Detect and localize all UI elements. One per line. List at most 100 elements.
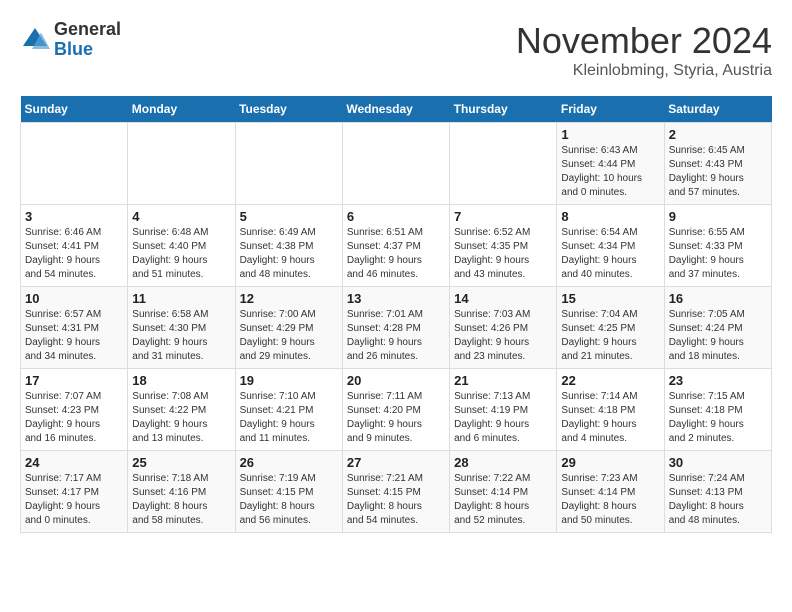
calendar-cell: 24 Sunrise: 7:17 AM Sunset: 4:17 PM Dayli… <box>21 451 128 533</box>
calendar-table: SundayMondayTuesdayWednesdayThursdayFrid… <box>20 96 772 533</box>
logo-icon <box>20 25 50 55</box>
day-info: Sunrise: 7:17 AM Sunset: 4:17 PM Dayligh… <box>25 472 123 528</box>
day-info: Sunrise: 7:10 AM Sunset: 4:21 PM Dayligh… <box>240 390 338 446</box>
calendar-cell: 9Sunrise: 6:55 AM Sunset: 4:33 PM Daylig… <box>664 205 771 287</box>
logo: General Blue <box>20 20 121 60</box>
day-info: Sunrise: 6:48 AM Sunset: 4:40 PM Dayligh… <box>132 226 230 282</box>
day-number: 9 <box>669 209 767 224</box>
logo-text: General Blue <box>54 20 121 60</box>
day-info: Sunrise: 7:24 AM Sunset: 4:13 PM Dayligh… <box>669 472 767 528</box>
day-number: 15 <box>561 291 659 306</box>
calendar-cell: 4 Sunrise: 6:48 AM Sunset: 4:40 PM Daylig… <box>128 205 235 287</box>
day-info: Sunrise: 6:52 AM Sunset: 4:35 PM Dayligh… <box>454 226 552 282</box>
day-number: 13 <box>347 291 445 306</box>
day-info: Sunrise: 7:14 AM Sunset: 4:18 PM Dayligh… <box>561 390 659 446</box>
day-info: Sunrise: 6:49 AM Sunset: 4:38 PM Dayligh… <box>240 226 338 282</box>
day-info: Sunrise: 6:57 AM Sunset: 4:31 PM Dayligh… <box>25 308 123 364</box>
calendar-cell: 3 Sunrise: 6:46 AM Sunset: 4:41 PM Daylig… <box>21 205 128 287</box>
weekday-header: Monday <box>128 96 235 123</box>
calendar-cell: 15 Sunrise: 7:04 AM Sunset: 4:25 PM Dayli… <box>557 287 664 369</box>
day-info: Sunrise: 6:43 AM Sunset: 4:44 PM Dayligh… <box>561 144 659 200</box>
day-number: 28 <box>454 455 552 470</box>
day-number: 4 <box>132 209 230 224</box>
calendar-week-row: 10 Sunrise: 6:57 AM Sunset: 4:31 PM Dayli… <box>21 287 772 369</box>
calendar-cell: 22 Sunrise: 7:14 AM Sunset: 4:18 PM Dayli… <box>557 369 664 451</box>
page-header: General Blue November 2024 Kleinlobming,… <box>20 20 772 80</box>
day-info: Sunrise: 7:13 AM Sunset: 4:19 PM Dayligh… <box>454 390 552 446</box>
day-info: Sunrise: 7:07 AM Sunset: 4:23 PM Dayligh… <box>25 390 123 446</box>
day-number: 24 <box>25 455 123 470</box>
day-info: Sunrise: 7:23 AM Sunset: 4:14 PM Dayligh… <box>561 472 659 528</box>
day-number: 29 <box>561 455 659 470</box>
day-number: 8 <box>561 209 659 224</box>
logo-blue: Blue <box>54 39 93 59</box>
day-info: Sunrise: 7:05 AM Sunset: 4:24 PM Dayligh… <box>669 308 767 364</box>
calendar-week-row: 17Sunrise: 7:07 AM Sunset: 4:23 PM Dayli… <box>21 369 772 451</box>
day-info: Sunrise: 7:15 AM Sunset: 4:18 PM Dayligh… <box>669 390 767 446</box>
calendar-cell: 13 Sunrise: 7:01 AM Sunset: 4:28 PM Dayli… <box>342 287 449 369</box>
day-number: 21 <box>454 373 552 388</box>
day-number: 18 <box>132 373 230 388</box>
weekday-header: Friday <box>557 96 664 123</box>
weekday-header: Thursday <box>450 96 557 123</box>
weekday-header: Wednesday <box>342 96 449 123</box>
calendar-cell <box>235 123 342 205</box>
day-info: Sunrise: 7:19 AM Sunset: 4:15 PM Dayligh… <box>240 472 338 528</box>
day-number: 12 <box>240 291 338 306</box>
day-number: 27 <box>347 455 445 470</box>
day-info: Sunrise: 7:01 AM Sunset: 4:28 PM Dayligh… <box>347 308 445 364</box>
calendar-cell: 6 Sunrise: 6:51 AM Sunset: 4:37 PM Daylig… <box>342 205 449 287</box>
calendar-week-row: 24 Sunrise: 7:17 AM Sunset: 4:17 PM Dayli… <box>21 451 772 533</box>
month-title: November 2024 <box>516 20 772 62</box>
calendar-cell: 16 Sunrise: 7:05 AM Sunset: 4:24 PM Dayli… <box>664 287 771 369</box>
calendar-week-row: 1 Sunrise: 6:43 AM Sunset: 4:44 PM Daylig… <box>21 123 772 205</box>
day-number: 22 <box>561 373 659 388</box>
calendar-cell: 8 Sunrise: 6:54 AM Sunset: 4:34 PM Daylig… <box>557 205 664 287</box>
day-number: 23 <box>669 373 767 388</box>
calendar-cell: 5Sunrise: 6:49 AM Sunset: 4:38 PM Daylig… <box>235 205 342 287</box>
calendar-header-row: SundayMondayTuesdayWednesdayThursdayFrid… <box>21 96 772 123</box>
calendar-cell: 28 Sunrise: 7:22 AM Sunset: 4:14 PM Dayli… <box>450 451 557 533</box>
calendar-cell: 14Sunrise: 7:03 AM Sunset: 4:26 PM Dayli… <box>450 287 557 369</box>
day-number: 1 <box>561 127 659 142</box>
weekday-header: Sunday <box>21 96 128 123</box>
day-info: Sunrise: 7:03 AM Sunset: 4:26 PM Dayligh… <box>454 308 552 364</box>
calendar-cell: 23 Sunrise: 7:15 AM Sunset: 4:18 PM Dayli… <box>664 369 771 451</box>
day-info: Sunrise: 7:22 AM Sunset: 4:14 PM Dayligh… <box>454 472 552 528</box>
weekday-header: Saturday <box>664 96 771 123</box>
location-subtitle: Kleinlobming, Styria, Austria <box>516 62 772 80</box>
calendar-cell: 1 Sunrise: 6:43 AM Sunset: 4:44 PM Daylig… <box>557 123 664 205</box>
calendar-cell: 7Sunrise: 6:52 AM Sunset: 4:35 PM Daylig… <box>450 205 557 287</box>
title-block: November 2024 Kleinlobming, Styria, Aust… <box>516 20 772 80</box>
day-number: 3 <box>25 209 123 224</box>
day-info: Sunrise: 7:04 AM Sunset: 4:25 PM Dayligh… <box>561 308 659 364</box>
day-number: 19 <box>240 373 338 388</box>
day-number: 25 <box>132 455 230 470</box>
day-info: Sunrise: 6:54 AM Sunset: 4:34 PM Dayligh… <box>561 226 659 282</box>
calendar-cell: 30Sunrise: 7:24 AM Sunset: 4:13 PM Dayli… <box>664 451 771 533</box>
day-info: Sunrise: 6:51 AM Sunset: 4:37 PM Dayligh… <box>347 226 445 282</box>
logo-general: General <box>54 19 121 39</box>
calendar-cell: 21 Sunrise: 7:13 AM Sunset: 4:19 PM Dayli… <box>450 369 557 451</box>
calendar-cell <box>342 123 449 205</box>
day-info: Sunrise: 7:00 AM Sunset: 4:29 PM Dayligh… <box>240 308 338 364</box>
day-number: 10 <box>25 291 123 306</box>
day-info: Sunrise: 6:46 AM Sunset: 4:41 PM Dayligh… <box>25 226 123 282</box>
day-number: 2 <box>669 127 767 142</box>
calendar-cell: 26Sunrise: 7:19 AM Sunset: 4:15 PM Dayli… <box>235 451 342 533</box>
calendar-cell: 17Sunrise: 7:07 AM Sunset: 4:23 PM Dayli… <box>21 369 128 451</box>
calendar-cell: 20Sunrise: 7:11 AM Sunset: 4:20 PM Dayli… <box>342 369 449 451</box>
calendar-cell: 12 Sunrise: 7:00 AM Sunset: 4:29 PM Dayli… <box>235 287 342 369</box>
day-number: 6 <box>347 209 445 224</box>
day-info: Sunrise: 6:45 AM Sunset: 4:43 PM Dayligh… <box>669 144 767 200</box>
calendar-cell: 11Sunrise: 6:58 AM Sunset: 4:30 PM Dayli… <box>128 287 235 369</box>
day-info: Sunrise: 7:21 AM Sunset: 4:15 PM Dayligh… <box>347 472 445 528</box>
day-number: 11 <box>132 291 230 306</box>
calendar-cell: 19 Sunrise: 7:10 AM Sunset: 4:21 PM Dayli… <box>235 369 342 451</box>
calendar-cell <box>450 123 557 205</box>
day-number: 16 <box>669 291 767 306</box>
day-info: Sunrise: 7:18 AM Sunset: 4:16 PM Dayligh… <box>132 472 230 528</box>
day-info: Sunrise: 7:08 AM Sunset: 4:22 PM Dayligh… <box>132 390 230 446</box>
calendar-cell <box>128 123 235 205</box>
calendar-cell: 18 Sunrise: 7:08 AM Sunset: 4:22 PM Dayli… <box>128 369 235 451</box>
